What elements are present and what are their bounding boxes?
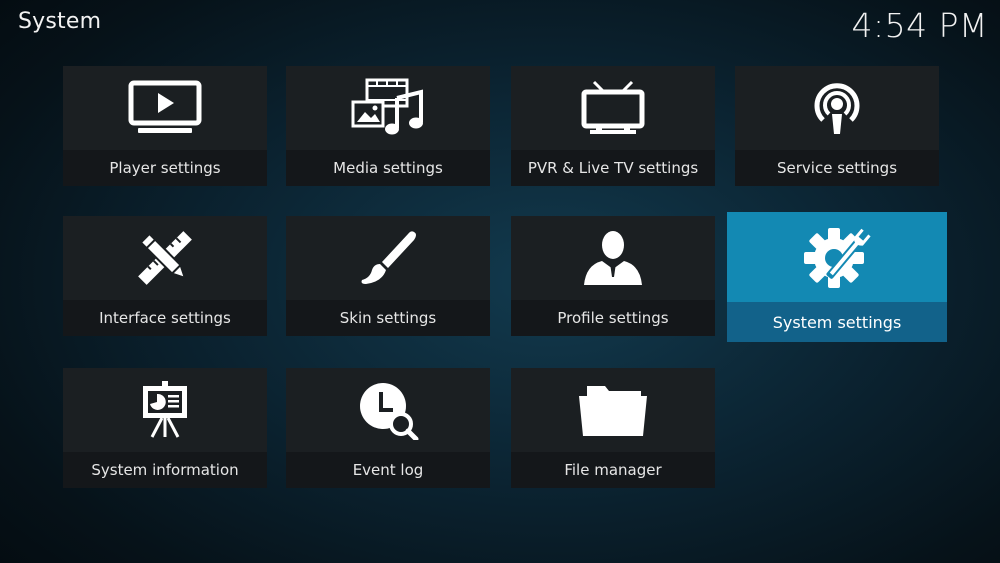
tile-file-manager[interactable]: File manager	[511, 368, 715, 488]
folder-icon	[579, 386, 647, 436]
tile-media-settings[interactable]: Media settings	[286, 66, 490, 186]
tile-profile-settings[interactable]: Profile settings	[511, 216, 715, 336]
tile-service-settings[interactable]: Service settings	[735, 66, 939, 186]
tile-label: File manager	[511, 452, 715, 488]
tile-event-log[interactable]: Event log	[286, 368, 490, 488]
tile-label: System settings	[727, 302, 947, 342]
tile-label: Player settings	[63, 150, 267, 186]
tile-label: Event log	[286, 452, 490, 488]
tile-system-information[interactable]: System information	[63, 368, 267, 488]
gear-wrench-icon	[804, 228, 871, 288]
tile-label: PVR & Live TV settings	[511, 150, 715, 186]
paintbrush-icon	[361, 231, 416, 284]
tile-pvr-live-tv-settings[interactable]: PVR & Live TV settings	[511, 66, 715, 186]
clock-search-icon	[360, 383, 419, 440]
broadcast-icon	[814, 83, 860, 134]
tile-skin-settings[interactable]: Skin settings	[286, 216, 490, 336]
tile-label: Media settings	[286, 150, 490, 186]
page-title: System	[18, 9, 102, 34]
pencil-ruler-icon	[138, 231, 192, 285]
tile-player-settings[interactable]: Player settings	[63, 66, 267, 186]
media-icon	[351, 78, 423, 135]
presentation-easel-icon	[143, 381, 187, 438]
tile-interface-settings[interactable]: Interface settings	[63, 216, 267, 336]
monitor-play-icon	[128, 80, 202, 133]
tile-label: Profile settings	[511, 300, 715, 336]
tile-label: Skin settings	[286, 300, 490, 336]
user-icon	[584, 231, 642, 285]
tile-label: Interface settings	[63, 300, 267, 336]
tile-label: System information	[63, 452, 267, 488]
tile-label: Service settings	[735, 150, 939, 186]
tv-icon	[581, 80, 645, 134]
tile-system-settings[interactable]: System settings	[727, 212, 947, 342]
clock: 4:54 PM	[851, 6, 988, 45]
